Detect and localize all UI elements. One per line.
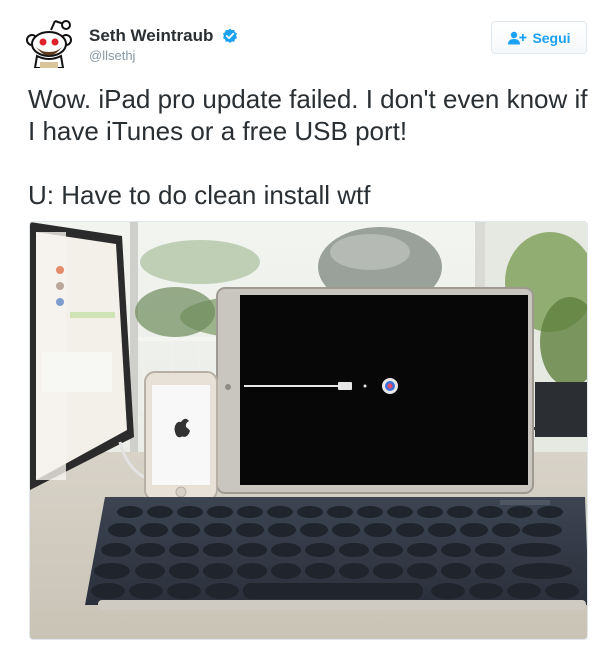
photo-ipad-keyboard-iphone [30, 222, 587, 639]
follow-button-label: Segui [532, 29, 571, 46]
author-handle[interactable]: @llsethj [89, 48, 238, 64]
author-block: Seth Weintraub @llsethj [89, 26, 238, 64]
tweet-photo[interactable] [29, 221, 588, 640]
author-display-name[interactable]: Seth Weintraub [89, 26, 213, 46]
verified-badge-icon [222, 28, 237, 43]
add-user-icon [508, 31, 527, 44]
tweet-text-line: Wow. iPad pro update failed. I don't eve… [28, 84, 588, 146]
tweet-text-line: U: Have to do clean install wtf [28, 180, 371, 210]
reddit-alien-avatar-icon [24, 18, 74, 69]
tweet: Seth Weintraub @llsethj Segui Wow. iPad … [0, 0, 615, 649]
tweet-text: Wow. iPad pro update failed. I don't eve… [28, 83, 588, 211]
follow-button[interactable]: Segui [491, 21, 587, 54]
avatar[interactable] [24, 18, 74, 69]
